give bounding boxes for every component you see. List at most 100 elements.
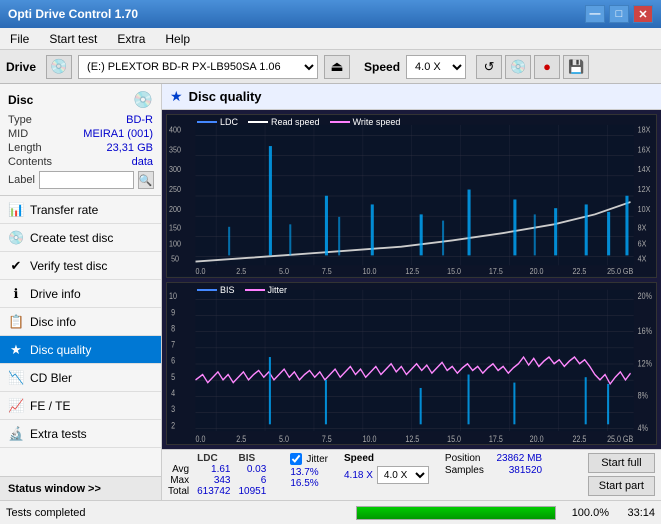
samples-label: Samples [445,465,484,476]
svg-text:5.0: 5.0 [279,432,289,443]
record-button[interactable]: ● [534,55,560,79]
svg-text:0.0: 0.0 [196,266,206,276]
progress-text: 100.0% [564,507,609,519]
svg-text:14X: 14X [638,164,651,174]
charts-area: LDC Read speed Write speed [162,110,661,449]
svg-text:4%: 4% [638,422,649,433]
speed-stat-val: 4.18 X [344,470,373,481]
svg-text:10: 10 [169,290,177,301]
sidebar-item-disc-quality[interactable]: ★ Disc quality [0,336,161,364]
disc-mid-val: MEIRA1 (001) [83,128,153,140]
menu-start-test[interactable]: Start test [45,30,101,48]
svg-text:7.5: 7.5 [322,432,332,443]
svg-text:300: 300 [169,164,181,174]
sidebar-item-disc-info[interactable]: 📋 Disc info [0,308,161,336]
svg-text:12%: 12% [638,357,653,368]
max-ldc: 343 [197,475,238,486]
svg-text:4X: 4X [638,254,647,264]
disc-label-input[interactable] [39,171,134,189]
refresh-button[interactable]: ↺ [476,55,502,79]
svg-text:15.0: 15.0 [447,266,461,276]
nav-items: 📊 Transfer rate 💿 Create test disc ✔ Ver… [0,196,161,476]
disc-section-title: Disc [8,93,33,107]
disc-quality-icon: ★ [8,342,24,358]
start-full-button[interactable]: Start full [588,453,655,473]
minimize-button[interactable]: — [585,5,605,23]
cd-bler-icon: 📉 [8,370,24,386]
sidebar-item-verify-test-disc[interactable]: ✔ Verify test disc [0,252,161,280]
bis-jitter-chart-svg: 10 9 8 7 6 5 4 3 2 20% 16% 12% 8% 4% [167,283,656,445]
sidebar-item-label-fe-te: FE / TE [30,399,70,413]
svg-text:5: 5 [171,370,175,381]
sidebar: Disc 💿 Type BD-R MID MEIRA1 (001) Length… [0,84,162,500]
jitter-checkbox[interactable] [290,453,302,465]
sidebar-item-extra-tests[interactable]: 🔬 Extra tests [0,420,161,448]
svg-text:100: 100 [169,239,181,249]
sidebar-item-drive-info[interactable]: ℹ Drive info [0,280,161,308]
svg-text:8X: 8X [638,223,647,233]
sidebar-item-fe-te[interactable]: 📈 FE / TE [0,392,161,420]
svg-text:400: 400 [169,125,181,135]
bis-legend-item: BIS [197,285,235,295]
svg-text:6: 6 [171,354,175,365]
start-part-button[interactable]: Start part [588,476,655,496]
sidebar-item-label-verify-test-disc: Verify test disc [30,259,107,273]
jitter-label: Jitter [306,454,328,465]
svg-text:16%: 16% [638,325,653,336]
jitter-section: Jitter 13.7% 16.5% [290,453,328,489]
disc-length-row: Length 23,31 GB [8,142,153,154]
svg-text:5.0: 5.0 [279,266,289,276]
disc-button[interactable]: 💿 [505,55,531,79]
max-label: Max [168,475,197,486]
ldc-chart: LDC Read speed Write speed [166,114,657,278]
drive-icon-left[interactable]: 💿 [46,55,72,79]
status-window-label: Status window >> [8,483,101,495]
save-button[interactable]: 💾 [563,55,589,79]
close-button[interactable]: ✕ [633,5,653,23]
svg-text:15.0: 15.0 [447,432,461,443]
svg-text:10.0: 10.0 [363,266,377,276]
disc-label-button[interactable]: 🔍 [138,171,154,189]
status-bar: Tests completed 100.0% 33:14 [0,500,661,524]
sidebar-item-transfer-rate[interactable]: 📊 Transfer rate [0,196,161,224]
status-window-button[interactable]: Status window >> [0,476,161,500]
total-label: Total [168,486,197,497]
speed-select[interactable]: 4.0 X [406,55,466,79]
svg-text:2: 2 [171,419,175,430]
svg-text:8%: 8% [638,389,649,400]
sidebar-item-label-create-test-disc: Create test disc [30,231,113,245]
ldc-legend-color [197,121,217,123]
menu-file[interactable]: File [6,30,33,48]
sidebar-item-cd-bler[interactable]: 📉 CD Bler [0,364,161,392]
svg-text:2.5: 2.5 [236,266,246,276]
svg-text:6X: 6X [638,239,647,249]
ldc-legend: LDC Read speed Write speed [197,117,400,127]
drive-select[interactable]: (E:) PLEXTOR BD-R PX-LB950SA 1.06 [78,55,318,79]
disc-mid-label: MID [8,128,28,140]
stats-bar: LDC BIS Avg 1.61 0.03 Max 343 6 Total [162,449,661,500]
svg-text:17.5: 17.5 [489,432,503,443]
svg-text:0.0: 0.0 [196,432,206,443]
menu-extra[interactable]: Extra [113,30,149,48]
action-buttons: Start full Start part [588,453,655,496]
menu-help[interactable]: Help [161,30,194,48]
disc-header: Disc 💿 [8,90,153,110]
maximize-button[interactable]: □ [609,5,629,23]
toolbar-icons: ↺ 💿 ● 💾 [476,55,589,79]
write-speed-legend-item: Write speed [330,117,401,127]
stats-speed-select[interactable]: 4.0 X [377,466,429,484]
create-test-disc-icon: 💿 [8,230,24,246]
svg-text:8: 8 [171,322,175,333]
samples-val: 381520 [509,465,542,476]
read-speed-legend-item: Read speed [248,117,320,127]
eject-button[interactable]: ⏏ [324,55,350,79]
svg-text:12.5: 12.5 [405,432,419,443]
progress-bar [356,506,556,520]
svg-text:4: 4 [171,387,175,398]
write-speed-legend-color [330,121,350,123]
disc-label-row: Label 🔍 [8,171,153,189]
svg-text:150: 150 [169,223,181,233]
sidebar-item-create-test-disc[interactable]: 💿 Create test disc [0,224,161,252]
verify-test-disc-icon: ✔ [8,258,24,274]
position-section: Position 23862 MB Samples 381520 [445,453,542,477]
